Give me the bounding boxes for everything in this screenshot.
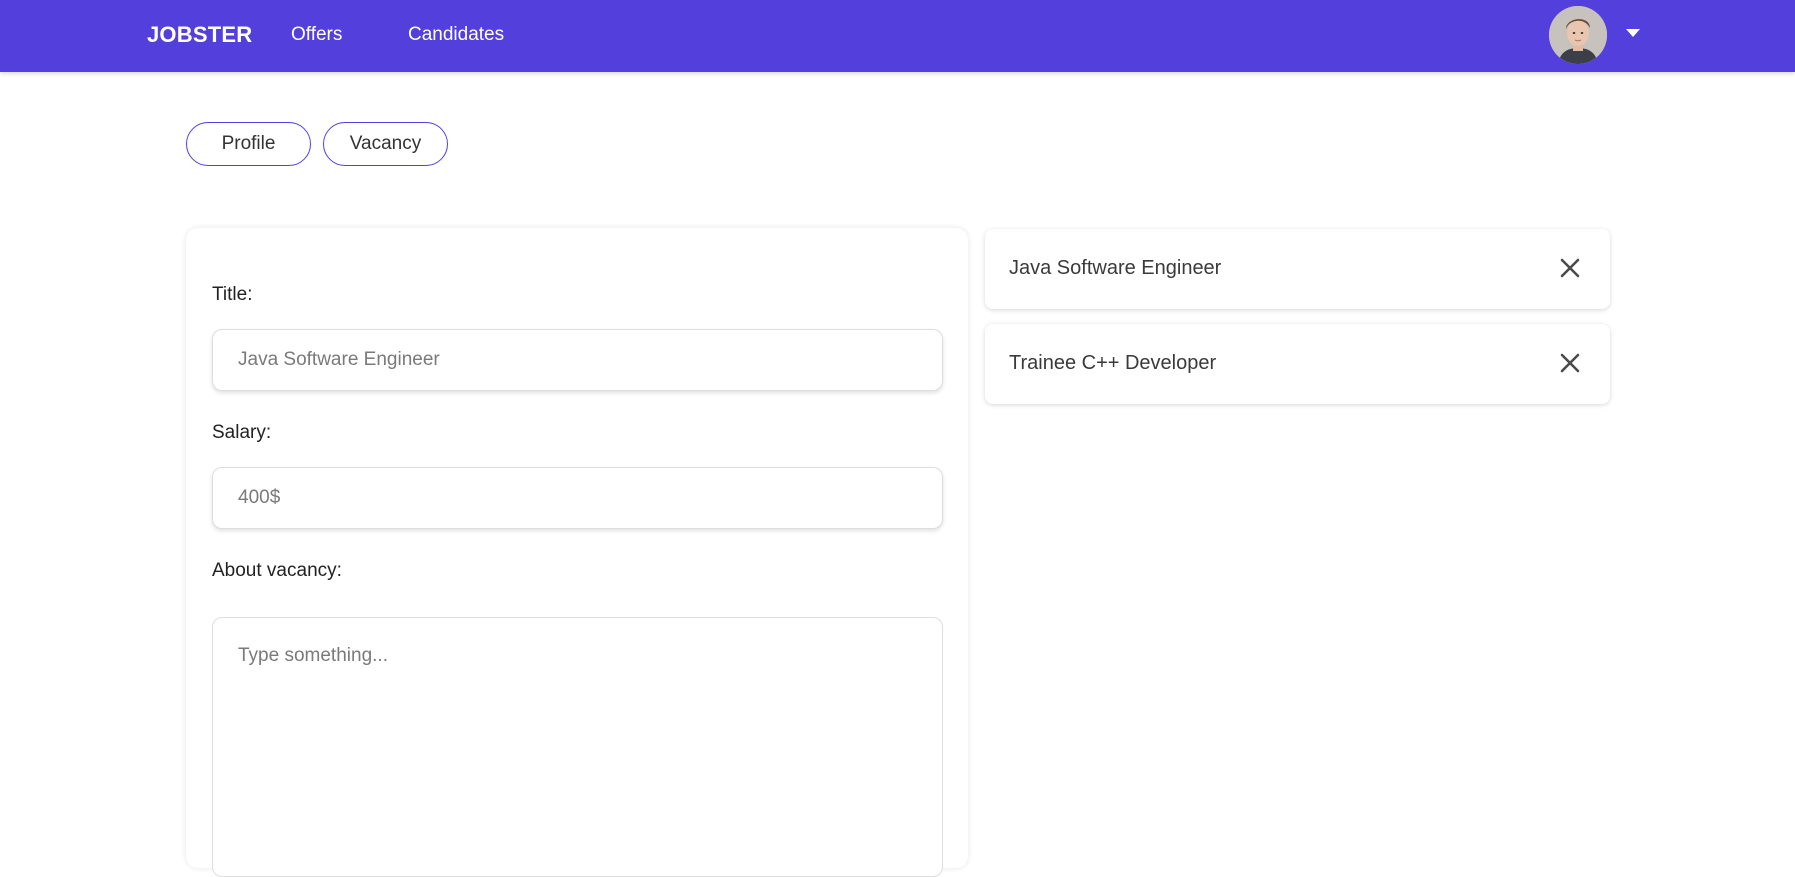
tab-vacancy[interactable]: Vacancy xyxy=(323,122,448,166)
brand-logo[interactable]: JOBSTER xyxy=(147,22,252,48)
vacancy-item[interactable]: Java Software Engineer xyxy=(985,229,1610,309)
title-input[interactable] xyxy=(212,329,943,391)
close-icon[interactable] xyxy=(1558,351,1582,375)
nav-link-candidates[interactable]: Candidates xyxy=(408,24,504,46)
nav-link-offers[interactable]: Offers xyxy=(291,24,342,46)
vacancy-item[interactable]: Trainee C++ Developer xyxy=(985,324,1610,404)
salary-label: Salary: xyxy=(212,422,272,443)
vacancy-title: Trainee C++ Developer xyxy=(1009,352,1217,374)
about-vacancy-label: About vacancy: xyxy=(212,560,342,581)
caret-down-icon[interactable] xyxy=(1626,29,1640,37)
vacancy-form-card: Title: Salary: About vacancy: xyxy=(186,228,968,877)
tab-profile[interactable]: Profile xyxy=(186,122,311,166)
close-icon[interactable] xyxy=(1558,256,1582,280)
salary-input[interactable] xyxy=(212,467,943,529)
vacancy-title: Java Software Engineer xyxy=(1009,257,1222,279)
top-navbar: JOBSTER Offers Candidates xyxy=(0,0,1795,72)
user-avatar[interactable] xyxy=(1549,6,1607,64)
title-label: Title: xyxy=(212,284,253,305)
user-avatar-icon xyxy=(1549,6,1607,64)
about-vacancy-textarea[interactable] xyxy=(212,617,943,877)
vacancy-list: Java Software Engineer Trainee C++ Devel… xyxy=(985,229,1610,419)
